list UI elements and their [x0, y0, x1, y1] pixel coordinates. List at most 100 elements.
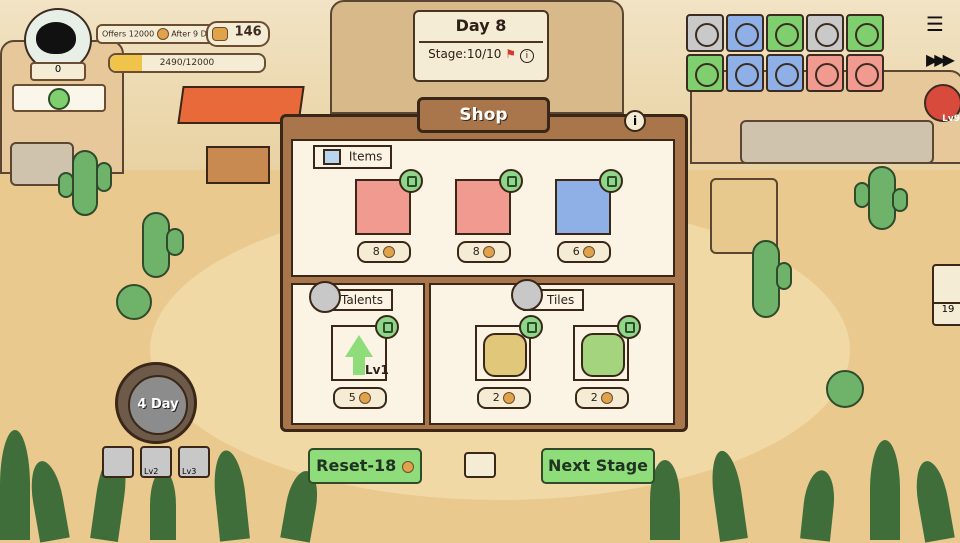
creature-card[interactable]: 19 — [932, 264, 960, 326]
coin-icon — [583, 246, 596, 258]
slot-glyph — [855, 23, 879, 47]
rock-pile-icon — [511, 279, 543, 311]
item-price: 8 — [357, 241, 411, 263]
slot-glyph — [775, 63, 799, 87]
reset-label: Reset-18 — [316, 456, 397, 475]
coin-icon — [483, 246, 496, 258]
inventory-row-1 — [686, 14, 886, 52]
bow-icon[interactable] — [846, 14, 884, 52]
shop-window: Items 8 8 6 Talents Lv1 5 Tiles 2 2 — [280, 114, 688, 432]
grass-foreground-right — [630, 420, 960, 543]
offers-tag: Offers 12000 After 9 Day — [96, 24, 223, 44]
enemy-level-badge[interactable]: Lv9 — [924, 84, 960, 124]
coin-count: 146 — [234, 24, 262, 40]
talents-label: Talents — [341, 293, 383, 307]
ring-icon[interactable] — [726, 14, 764, 52]
shop-title: Shop — [417, 97, 550, 133]
lock-icon[interactable] — [519, 315, 543, 339]
items-label: Items — [348, 149, 383, 164]
slot-glyph — [815, 63, 839, 87]
tiles-panel: Tiles 2 2 — [429, 279, 675, 425]
coin-icon — [401, 460, 414, 473]
enemy-level: Lv9 — [942, 114, 960, 124]
price-value: 8 — [472, 245, 480, 258]
offers-text: Offers 12000 — [102, 29, 155, 39]
price-value: 6 — [572, 245, 580, 258]
shop-item[interactable]: 8 — [455, 169, 523, 265]
coin-icon — [503, 392, 516, 404]
item-price: 6 — [557, 241, 611, 263]
heart-icon — [48, 88, 70, 110]
coin-icon — [359, 392, 372, 404]
amulet-icon[interactable] — [806, 54, 844, 92]
cactus — [142, 212, 184, 278]
slot-glyph — [815, 23, 839, 47]
tile-price: 2 — [477, 387, 531, 409]
lock-icon[interactable] — [599, 169, 623, 193]
shop-item[interactable]: 8 — [355, 169, 423, 265]
stage-info-icon[interactable]: i — [519, 49, 534, 63]
pet-level: Lv3 — [182, 467, 197, 476]
xp-bar-fill — [110, 55, 142, 71]
bird-nest-icon[interactable] — [686, 14, 724, 52]
day-dial[interactable]: 4 Day — [115, 362, 197, 444]
slot-glyph — [695, 63, 719, 87]
xp-bar: 2490/12000 — [108, 53, 266, 73]
coin-icon — [156, 28, 169, 40]
pet-slot[interactable]: Lv3 — [178, 446, 210, 478]
lock-icon[interactable] — [375, 315, 399, 339]
creature-count: 19 — [941, 304, 955, 315]
talent-price: 5 — [333, 387, 387, 409]
coin-icon — [383, 246, 396, 258]
player-level: 0 — [54, 64, 62, 75]
tile-item[interactable]: 2 — [475, 315, 543, 411]
talent-level: Lv1 — [365, 363, 389, 377]
shop-item[interactable]: 6 — [555, 169, 623, 265]
tiles-label: Tiles — [547, 293, 575, 307]
items-section-label: Items — [313, 145, 393, 169]
slot-glyph — [735, 63, 759, 87]
lock-icon[interactable] — [499, 169, 523, 193]
slot-glyph — [855, 63, 879, 87]
price-value: 8 — [372, 245, 380, 258]
inventory-row-2 — [686, 54, 886, 92]
seed-bag-icon[interactable] — [686, 54, 724, 92]
heart-panel[interactable] — [12, 84, 106, 112]
potion-icon[interactable] — [846, 54, 884, 92]
stone-icon[interactable] — [726, 54, 764, 92]
tile-price: 2 — [575, 387, 629, 409]
lock-icon[interactable] — [617, 315, 641, 339]
cactus-round — [116, 284, 152, 320]
day-dial-text: 4 Day — [128, 375, 188, 435]
day-stage-card: Day 8 Stage:10/10 ⚑ i — [413, 10, 549, 82]
shop-info-button[interactable]: i — [624, 110, 646, 132]
stage-text: Stage:10/10 — [428, 47, 502, 61]
talent-item[interactable]: Lv1 5 — [331, 315, 399, 411]
pet-slot[interactable] — [102, 446, 134, 478]
coin-counter: 146 — [206, 21, 270, 47]
pet-slot[interactable]: Lv2 — [140, 446, 172, 478]
reset-button[interactable]: Reset-18 — [308, 448, 422, 484]
creature-icon — [934, 266, 960, 304]
cactus — [58, 150, 112, 216]
lock-icon[interactable] — [399, 169, 423, 193]
next-stage-label: Next Stage — [547, 456, 649, 475]
price-value: 2 — [590, 391, 598, 404]
tile-item[interactable]: 2 — [573, 315, 641, 411]
fast-forward-icon[interactable]: ▶▶▶ — [926, 50, 955, 69]
item-price: 8 — [457, 241, 511, 263]
price-value: 2 — [492, 391, 500, 404]
black-cat-icon — [36, 22, 76, 54]
flag-icon: ⚑ — [505, 47, 517, 61]
pet-level: Lv2 — [144, 467, 159, 476]
next-stage-button[interactable]: Next Stage — [541, 448, 655, 484]
day-title: Day 8 — [455, 16, 507, 35]
necklace-icon[interactable] — [766, 54, 804, 92]
coin-icon — [212, 27, 228, 41]
camera-icon[interactable] — [464, 452, 496, 478]
crown-icon[interactable] — [806, 14, 844, 52]
slot-glyph — [775, 23, 799, 47]
menu-icon[interactable]: ☰ — [926, 14, 948, 34]
price-value: 5 — [348, 391, 356, 404]
seed-pack-icon[interactable] — [766, 14, 804, 52]
